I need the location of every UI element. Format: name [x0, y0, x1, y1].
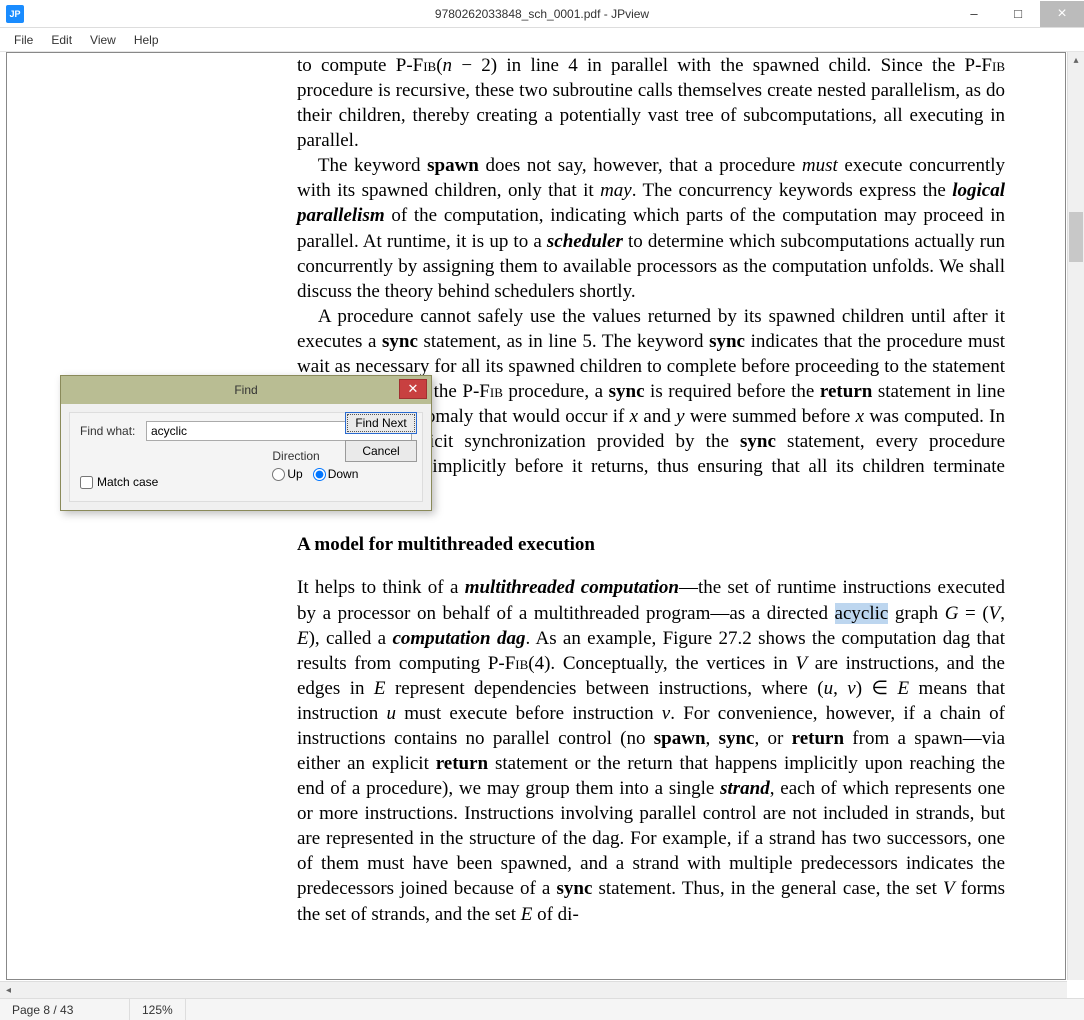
search-highlight: acyclic — [835, 603, 889, 624]
content-area: to compute P-Fib(n − 2) in line 4 in par… — [0, 52, 1084, 998]
direction-up-label: Up — [287, 467, 302, 481]
match-case-checkbox[interactable] — [80, 476, 93, 489]
status-zoom: 125% — [130, 999, 186, 1020]
scroll-up-icon[interactable]: ▴ — [1068, 52, 1084, 69]
app-icon: JP — [6, 5, 24, 23]
statusbar: Page 8 / 43 125% — [0, 998, 1084, 1020]
match-case-label: Match case — [97, 475, 158, 489]
scroll-left-icon[interactable]: ◂ — [0, 982, 17, 998]
menu-view[interactable]: View — [82, 31, 124, 49]
find-next-button[interactable]: Find Next — [345, 412, 417, 434]
find-what-label: Find what: — [80, 424, 138, 438]
page-viewer[interactable]: to compute P-Fib(n − 2) in line 4 in par… — [6, 52, 1066, 980]
direction-down-label: Down — [328, 467, 359, 481]
window-title: 9780262033848_sch_0001.pdf - JPview — [0, 7, 1084, 21]
menubar: File Edit View Help — [0, 28, 1084, 52]
find-dialog-title: Find ✕ — [61, 376, 431, 404]
close-button[interactable]: × — [1040, 1, 1084, 27]
doc-paragraph: It helps to think of a multithreaded com… — [297, 575, 1005, 926]
direction-down-option[interactable]: Down — [313, 467, 359, 481]
minimize-button[interactable]: – — [952, 1, 996, 27]
window-controls: – □ × — [952, 1, 1084, 27]
maximize-button[interactable]: □ — [996, 1, 1040, 27]
vertical-scrollbar[interactable]: ▴ — [1067, 52, 1084, 980]
horizontal-scrollbar[interactable]: ◂ — [0, 981, 1067, 998]
menu-edit[interactable]: Edit — [43, 31, 80, 49]
direction-up-option[interactable]: Up — [272, 467, 302, 481]
find-dialog: Find ✕ Find what: Match case Direction U… — [60, 375, 432, 511]
direction-down-radio[interactable] — [313, 468, 326, 481]
find-close-button[interactable]: ✕ — [399, 379, 427, 399]
doc-paragraph: The keyword spawn does not say, however,… — [297, 153, 1005, 303]
match-case-option[interactable]: Match case — [80, 475, 158, 489]
menu-help[interactable]: Help — [126, 31, 167, 49]
menu-file[interactable]: File — [6, 31, 41, 49]
scroll-thumb[interactable] — [1069, 212, 1083, 262]
section-heading: A model for multithreaded execution — [297, 532, 1005, 557]
doc-paragraph: to compute P-Fib(n − 2) in line 4 in par… — [297, 53, 1005, 153]
status-page: Page 8 / 43 — [0, 999, 130, 1020]
cancel-button[interactable]: Cancel — [345, 440, 417, 462]
titlebar: JP 9780262033848_sch_0001.pdf - JPview –… — [0, 0, 1084, 28]
find-title-label: Find — [234, 383, 257, 397]
direction-up-radio[interactable] — [272, 468, 285, 481]
